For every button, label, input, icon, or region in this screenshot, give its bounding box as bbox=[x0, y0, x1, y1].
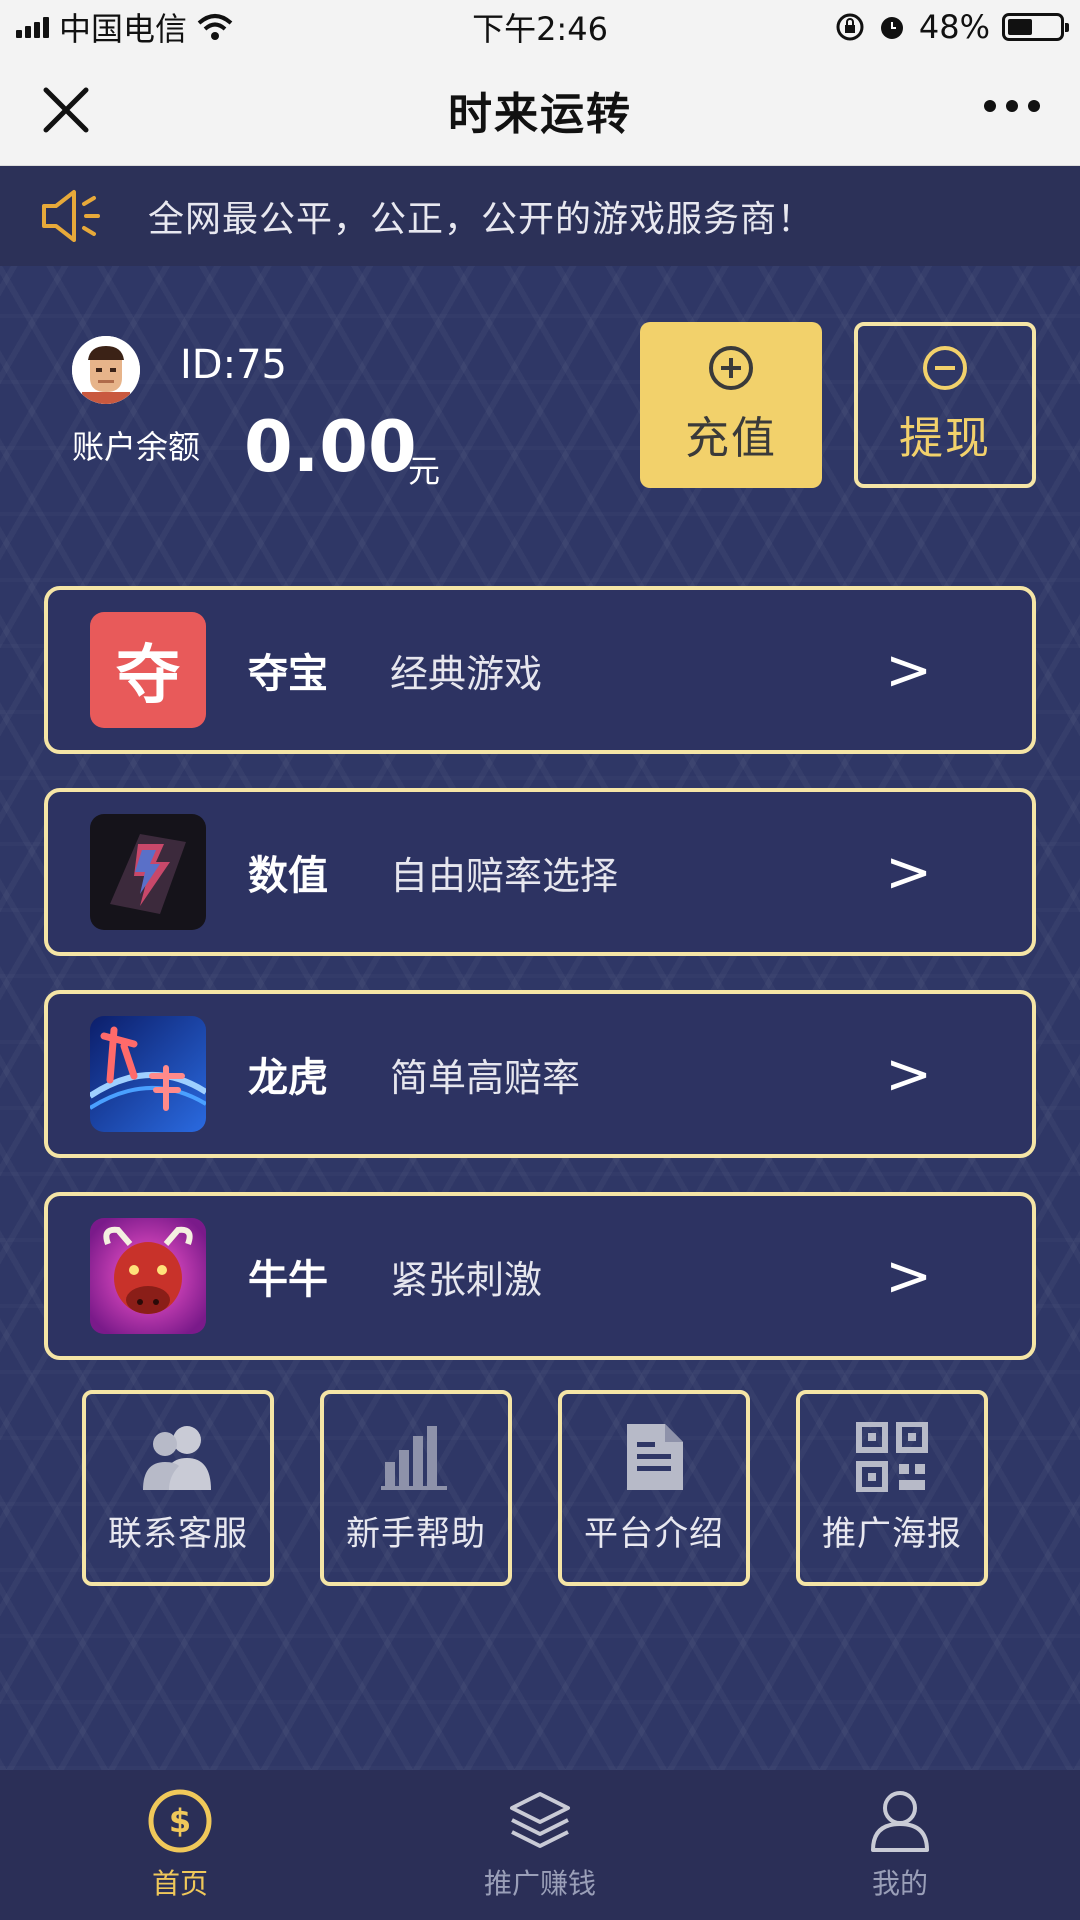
battery-icon bbox=[1002, 13, 1069, 41]
tab-mine[interactable]: 我的 bbox=[720, 1770, 1080, 1920]
speaker-icon bbox=[42, 190, 100, 242]
nav-bar: 时来运转 bbox=[0, 54, 1080, 166]
chevron-right-icon: > bbox=[885, 637, 932, 703]
duobao-icon: 夺 bbox=[90, 612, 206, 728]
game-desc: 简单高赔率 bbox=[390, 1055, 581, 1100]
signal-icon bbox=[16, 16, 49, 38]
longhu-icon bbox=[90, 1016, 206, 1132]
quick-link-label: 联系客服 bbox=[108, 1513, 248, 1554]
dollar-icon: $ bbox=[148, 1789, 212, 1853]
avatar[interactable] bbox=[72, 336, 140, 404]
niuniu-icon bbox=[90, 1218, 206, 1334]
game-name: 夺宝 bbox=[248, 651, 328, 697]
plus-circle-icon bbox=[709, 346, 753, 390]
game-card-duobao[interactable]: 夺 夺宝 经典游戏 > bbox=[44, 586, 1036, 754]
withdraw-button[interactable]: 提现 bbox=[854, 322, 1036, 488]
balance-value: 0.00 bbox=[244, 406, 417, 488]
clock: 下午2:46 bbox=[472, 10, 608, 48]
game-name: 牛牛 bbox=[248, 1257, 328, 1303]
balance-unit: 元 bbox=[408, 452, 441, 490]
tab-label: 我的 bbox=[871, 1867, 928, 1900]
game-desc: 紧张刺激 bbox=[390, 1257, 543, 1302]
minus-circle-icon bbox=[923, 346, 967, 390]
page-title: 时来运转 bbox=[448, 88, 632, 140]
shuzhi-icon bbox=[90, 814, 206, 930]
balance-label: 账户余额 bbox=[72, 428, 201, 466]
main-content: ID:75 账户余额 0.00 元 充值 提现 夺 夺宝 经典游戏 > 数值 自… bbox=[0, 266, 1080, 1770]
chevron-right-icon: > bbox=[885, 1243, 932, 1309]
carrier-label: 中国电信 bbox=[59, 10, 188, 48]
layers-icon bbox=[510, 1792, 570, 1848]
game-desc: 经典游戏 bbox=[390, 651, 543, 696]
user-icon bbox=[871, 1791, 929, 1852]
document-icon bbox=[627, 1423, 683, 1490]
withdraw-label: 提现 bbox=[899, 413, 991, 464]
users-icon bbox=[143, 1425, 211, 1490]
rotation-lock-icon bbox=[836, 13, 864, 41]
game-name: 数值 bbox=[248, 853, 328, 899]
tab-bar: $ 首页 推广赚钱 我的 bbox=[0, 1770, 1080, 1920]
more-icon[interactable] bbox=[984, 100, 1040, 112]
battery-fill bbox=[1008, 19, 1032, 35]
game-card-niuniu[interactable]: 牛牛 紧张刺激 > bbox=[44, 1192, 1036, 1360]
svg-text:$: $ bbox=[169, 1802, 191, 1840]
qr-code-icon bbox=[856, 1421, 928, 1492]
tab-home[interactable]: $ 首页 bbox=[0, 1770, 360, 1920]
user-id: ID:75 bbox=[180, 342, 287, 388]
game-name: 龙虎 bbox=[248, 1055, 328, 1101]
battery-percent: 48% bbox=[918, 8, 990, 46]
recharge-button[interactable]: 充值 bbox=[640, 322, 822, 488]
game-card-shuzhi[interactable]: 数值 自由赔率选择 > bbox=[44, 788, 1036, 956]
beginner-help-button[interactable]: 新手帮助 bbox=[320, 1390, 512, 1586]
notice-text: 全网最公平，公正，公开的游戏服务商！ bbox=[148, 199, 815, 240]
tab-promote[interactable]: 推广赚钱 bbox=[360, 1770, 720, 1920]
close-icon[interactable] bbox=[40, 84, 92, 136]
quick-link-label: 推广海报 bbox=[822, 1513, 962, 1554]
status-bar: 中国电信 下午2:46 48% bbox=[0, 0, 1080, 54]
quick-link-label: 平台介绍 bbox=[584, 1513, 724, 1554]
wifi-icon bbox=[197, 14, 233, 40]
notice-bar: 全网最公平，公正，公开的游戏服务商！ bbox=[0, 166, 1080, 266]
game-desc: 自由赔率选择 bbox=[390, 853, 619, 898]
platform-intro-button[interactable]: 平台介绍 bbox=[558, 1390, 750, 1586]
chevron-right-icon: > bbox=[885, 839, 932, 905]
chevron-right-icon: > bbox=[885, 1041, 932, 1107]
recharge-label: 充值 bbox=[685, 413, 777, 464]
alarm-icon bbox=[880, 17, 903, 39]
tab-label: 推广赚钱 bbox=[483, 1867, 596, 1900]
tab-label: 首页 bbox=[151, 1867, 208, 1900]
game-card-longhu[interactable]: 龙虎 简单高赔率 > bbox=[44, 990, 1036, 1158]
bar-chart-icon bbox=[381, 1425, 447, 1490]
promo-poster-button[interactable]: 推广海报 bbox=[796, 1390, 988, 1586]
quick-link-label: 新手帮助 bbox=[346, 1513, 486, 1554]
contact-support-button[interactable]: 联系客服 bbox=[82, 1390, 274, 1586]
